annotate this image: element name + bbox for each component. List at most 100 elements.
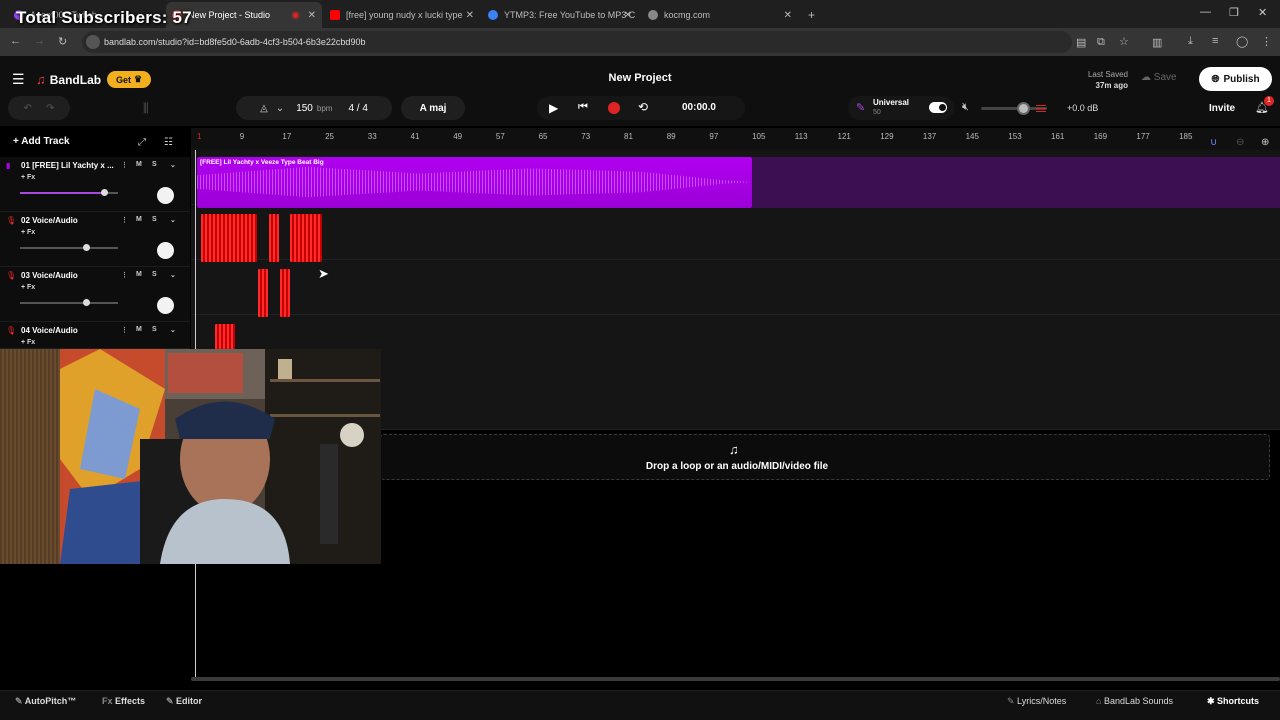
tab-youtube[interactable]: [free] young nudy x lucki type ✕ [324, 4, 480, 26]
add-fx-button[interactable]: + Fx [21, 229, 35, 236]
lyrics-notes-button[interactable]: ✎ Lyrics/Notes [1007, 696, 1066, 707]
pan-knob[interactable] [157, 187, 174, 204]
close-tab-icon[interactable]: ✕ [784, 10, 792, 21]
zoom-out-icon[interactable]: ⊖ [1236, 137, 1244, 148]
automation-icon[interactable]: ⤢ [138, 137, 146, 148]
profile-icon[interactable]: ◯ [1236, 35, 1248, 48]
mute-button[interactable]: M [136, 271, 142, 278]
chevron-down-icon[interactable]: ⌄ [276, 103, 284, 114]
invite-button[interactable]: Invite [1209, 103, 1235, 114]
track-lane-2[interactable] [191, 205, 1280, 260]
shortcuts-button[interactable]: ✱ Shortcuts [1207, 696, 1259, 707]
track-name[interactable]: 02 Voice/Audio [21, 216, 116, 225]
get-membership-button[interactable]: Get ♛ [107, 71, 151, 88]
pan-knob[interactable] [157, 297, 174, 314]
track-volume-slider[interactable] [20, 189, 118, 196]
track-settings-icon[interactable]: ☷ [164, 137, 173, 148]
voice-clip-2b[interactable] [269, 214, 279, 262]
volume-knob[interactable] [83, 299, 90, 306]
volume-knob[interactable] [101, 189, 108, 196]
track-lane-3[interactable] [191, 260, 1280, 315]
bpm-value[interactable]: 150 [296, 103, 313, 114]
track-menu-icon[interactable]: ⋮ [121, 216, 128, 224]
track-menu-icon[interactable]: ⋮ [121, 326, 128, 334]
add-fx-button[interactable]: + Fx [21, 339, 35, 346]
mute-button[interactable]: M [136, 326, 142, 333]
close-window-icon[interactable]: ✕ [1258, 6, 1267, 19]
track-menu-icon[interactable]: ⋮ [121, 161, 128, 169]
bandlab-logo[interactable]: ♫ BandLab [36, 72, 101, 87]
record-button[interactable] [608, 102, 620, 114]
tab-ytmp3[interactable]: YTMP3: Free YouTube to MP3 C ✕ [482, 4, 638, 26]
chevron-down-icon[interactable]: ⌄ [170, 216, 176, 224]
master-volume-knob[interactable] [1017, 102, 1030, 115]
zoom-in-icon[interactable]: ⊕ [1261, 137, 1269, 148]
chevron-down-icon[interactable]: ⌄ [170, 271, 176, 279]
extensions-icon[interactable]: ≡ [1212, 35, 1218, 47]
hamburger-menu-icon[interactable]: ☰ [12, 71, 25, 88]
solo-button[interactable]: S [152, 271, 157, 278]
track-header-3[interactable]: 🎙︎ 03 Voice/Audio ⋮ M S ⌄ + Fx [0, 267, 190, 322]
install-icon[interactable]: ⧉ [1097, 36, 1105, 49]
new-tab-button[interactable]: + [802, 4, 822, 26]
add-track-button[interactable]: + Add Track [13, 136, 70, 147]
site-info-icon[interactable] [86, 35, 100, 49]
close-tab-icon[interactable]: ✕ [466, 10, 474, 21]
menu-kebab-icon[interactable]: ⋮ [1261, 35, 1272, 48]
add-fx-button[interactable]: + Fx [21, 284, 35, 291]
track-name[interactable]: 03 Voice/Audio [21, 271, 116, 280]
bookmark-star-icon[interactable]: ☆ [1119, 35, 1129, 48]
track-header-2[interactable]: 🎙︎ 02 Voice/Audio ⋮ M S ⌄ + Fx [0, 212, 190, 267]
solo-button[interactable]: S [152, 161, 157, 168]
track-name[interactable]: 01 [FREE] Lil Yachty x ... [21, 161, 116, 170]
autopitch-button[interactable]: ✎ AutoPitch™ [15, 696, 76, 707]
editor-button[interactable]: ✎ Editor [166, 696, 202, 707]
back-icon[interactable]: ← [10, 35, 21, 47]
solo-button[interactable]: S [152, 326, 157, 333]
track-name[interactable]: 04 Voice/Audio [21, 326, 116, 335]
track-menu-icon[interactable]: ⋮ [121, 271, 128, 279]
chevron-down-icon[interactable]: ⌄ [170, 326, 176, 334]
forward-icon[interactable]: → [34, 35, 45, 47]
side-panel-icon[interactable]: ▥ [1152, 36, 1162, 49]
solo-button[interactable]: S [152, 216, 157, 223]
close-tab-icon[interactable]: ✕ [624, 10, 632, 21]
mute-button[interactable]: M [136, 161, 142, 168]
time-signature[interactable]: 4 / 4 [348, 103, 367, 114]
url-field[interactable]: bandlab.com/studio?id=bd8fe5d0-6adb-4cf3… [82, 31, 1072, 53]
voice-clip-3b[interactable] [280, 269, 290, 317]
undo-icon[interactable]: ↶ [24, 103, 32, 114]
redo-icon[interactable]: ↷ [46, 103, 54, 114]
mixer-icon[interactable]: ⫼ [143, 101, 149, 116]
drop-zone[interactable] [380, 434, 1270, 480]
close-tab-icon[interactable]: ✕ [308, 10, 316, 21]
mute-speaker-icon[interactable]: 🔇︎ [962, 101, 969, 114]
effects-button[interactable]: Fx Effects [102, 696, 145, 706]
voice-clip-2a[interactable] [201, 214, 257, 262]
track-header-1[interactable]: ▮ 01 [FREE] Lil Yachty x ... ⋮ M S ⌄ + F… [0, 157, 190, 212]
voice-clip-2c[interactable] [290, 214, 322, 262]
loop-icon[interactable]: ⟲ [638, 100, 648, 114]
bandlab-sounds-button[interactable]: ⌂ BandLab Sounds [1096, 696, 1173, 706]
track-header-4[interactable]: 🎙︎ 04 Voice/Audio ⋮ M S ⌄ + Fx [0, 322, 190, 349]
beat-audio-clip[interactable]: [FREE] Lil Yachty x Veeze Type Beat Big [197, 157, 752, 208]
publish-button[interactable]: 🌐︎ Publish [1199, 67, 1272, 91]
mute-button[interactable]: M [136, 216, 142, 223]
metronome-icon[interactable]: ◬ [260, 103, 268, 114]
track-volume-slider[interactable] [20, 299, 118, 306]
maximize-icon[interactable]: ❐ [1229, 6, 1239, 19]
track-volume-slider[interactable] [20, 244, 118, 251]
translate-icon[interactable]: ▤ [1076, 36, 1086, 49]
chevron-down-icon[interactable]: ⌄ [170, 161, 176, 169]
volume-knob[interactable] [83, 244, 90, 251]
save-button[interactable]: ☁ Save [1141, 72, 1177, 83]
reload-icon[interactable]: ↻ [58, 35, 67, 48]
download-icon[interactable]: ⤓ [1188, 35, 1193, 48]
tab-kocmg[interactable]: kocmg.com ✕ [642, 4, 798, 26]
key-selector[interactable]: A maj [401, 96, 465, 120]
voice-clip-3a[interactable] [258, 269, 268, 317]
pan-knob[interactable] [157, 242, 174, 259]
play-icon[interactable]: ▶ [549, 101, 558, 115]
snap-magnet-icon[interactable]: ∪ [1210, 137, 1217, 148]
voice-clip-4a[interactable] [215, 324, 235, 350]
